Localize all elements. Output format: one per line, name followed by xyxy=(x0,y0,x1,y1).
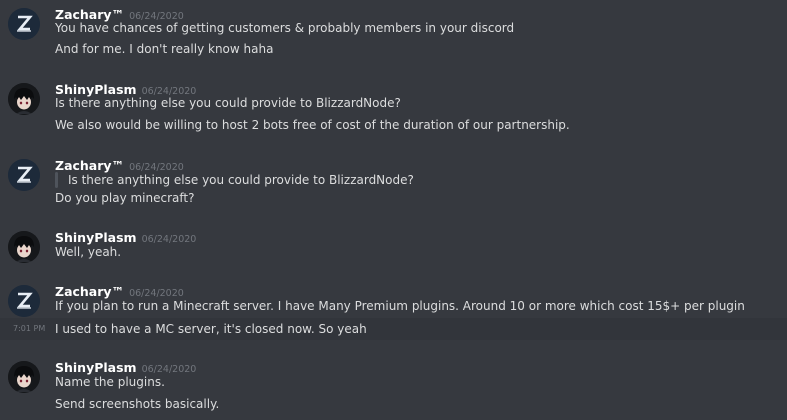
z-logo-avatar-icon[interactable] xyxy=(8,159,40,191)
message-text: Well, yeah. xyxy=(55,245,122,259)
message-header: Zachary™ 06/24/2020 xyxy=(55,281,184,299)
message-text: Is there anything else you could provide… xyxy=(55,96,401,110)
message-text: We also would be willing to host 2 bots … xyxy=(55,118,570,132)
chat-messages: Zachary™ 06/24/2020 You have chances of g… xyxy=(0,0,787,420)
message-group-shinyplasm-2: ShinyPlasm 06/24/2020 Well, yeah. xyxy=(0,227,787,263)
message-text: Do you play minecraft? xyxy=(55,191,195,205)
z-logo-avatar-icon[interactable] xyxy=(8,8,40,40)
username[interactable]: Zachary™ xyxy=(55,284,124,299)
timestamp: 06/24/2020 xyxy=(141,234,197,245)
hovered-message-row[interactable]: 7:01 PM I used to have a MC server, it's… xyxy=(0,318,787,340)
z-logo-avatar-icon[interactable] xyxy=(8,285,40,317)
message-group-zachary-2: Zachary™ 06/24/2020 Is there anything els… xyxy=(0,155,787,207)
anime-character-avatar-icon[interactable] xyxy=(8,83,40,115)
quote-bar xyxy=(55,172,58,188)
anime-character-avatar-icon[interactable] xyxy=(8,231,40,263)
message-group-shinyplasm-3: ShinyPlasm 06/24/2020 Name the plugins. S… xyxy=(0,357,787,417)
message-text: You have chances of getting customers & … xyxy=(55,21,515,35)
message-group-zachary-1: Zachary™ 06/24/2020 You have chances of g… xyxy=(0,4,787,56)
message-text: And for me. I don't really know haha xyxy=(55,42,274,56)
message-text: Send screenshots basically. xyxy=(55,397,220,411)
username[interactable]: ShinyPlasm xyxy=(55,360,137,375)
message-text: Name the plugins. xyxy=(55,375,165,389)
message-header: ShinyPlasm 06/24/2020 xyxy=(55,227,196,245)
anime-character-avatar-icon[interactable] xyxy=(8,361,40,393)
message-text: If you plan to run a Minecraft server. I… xyxy=(55,299,745,313)
quote-text: Is there anything else you could provide… xyxy=(68,173,414,187)
username[interactable]: ShinyPlasm xyxy=(55,230,137,245)
username[interactable]: Zachary™ xyxy=(55,158,124,173)
hover-timestamp: 7:01 PM xyxy=(13,324,46,333)
message-text: I used to have a MC server, it's closed … xyxy=(55,322,367,336)
message-header: ShinyPlasm 06/24/2020 xyxy=(55,357,196,375)
message-header: Zachary™ 06/24/2020 xyxy=(55,155,184,173)
message-group-zachary-3: Zachary™ 06/24/2020 If you plan to run a … xyxy=(0,281,787,317)
message-group-shinyplasm-1: ShinyPlasm 06/24/2020 Is there anything e… xyxy=(0,79,787,134)
